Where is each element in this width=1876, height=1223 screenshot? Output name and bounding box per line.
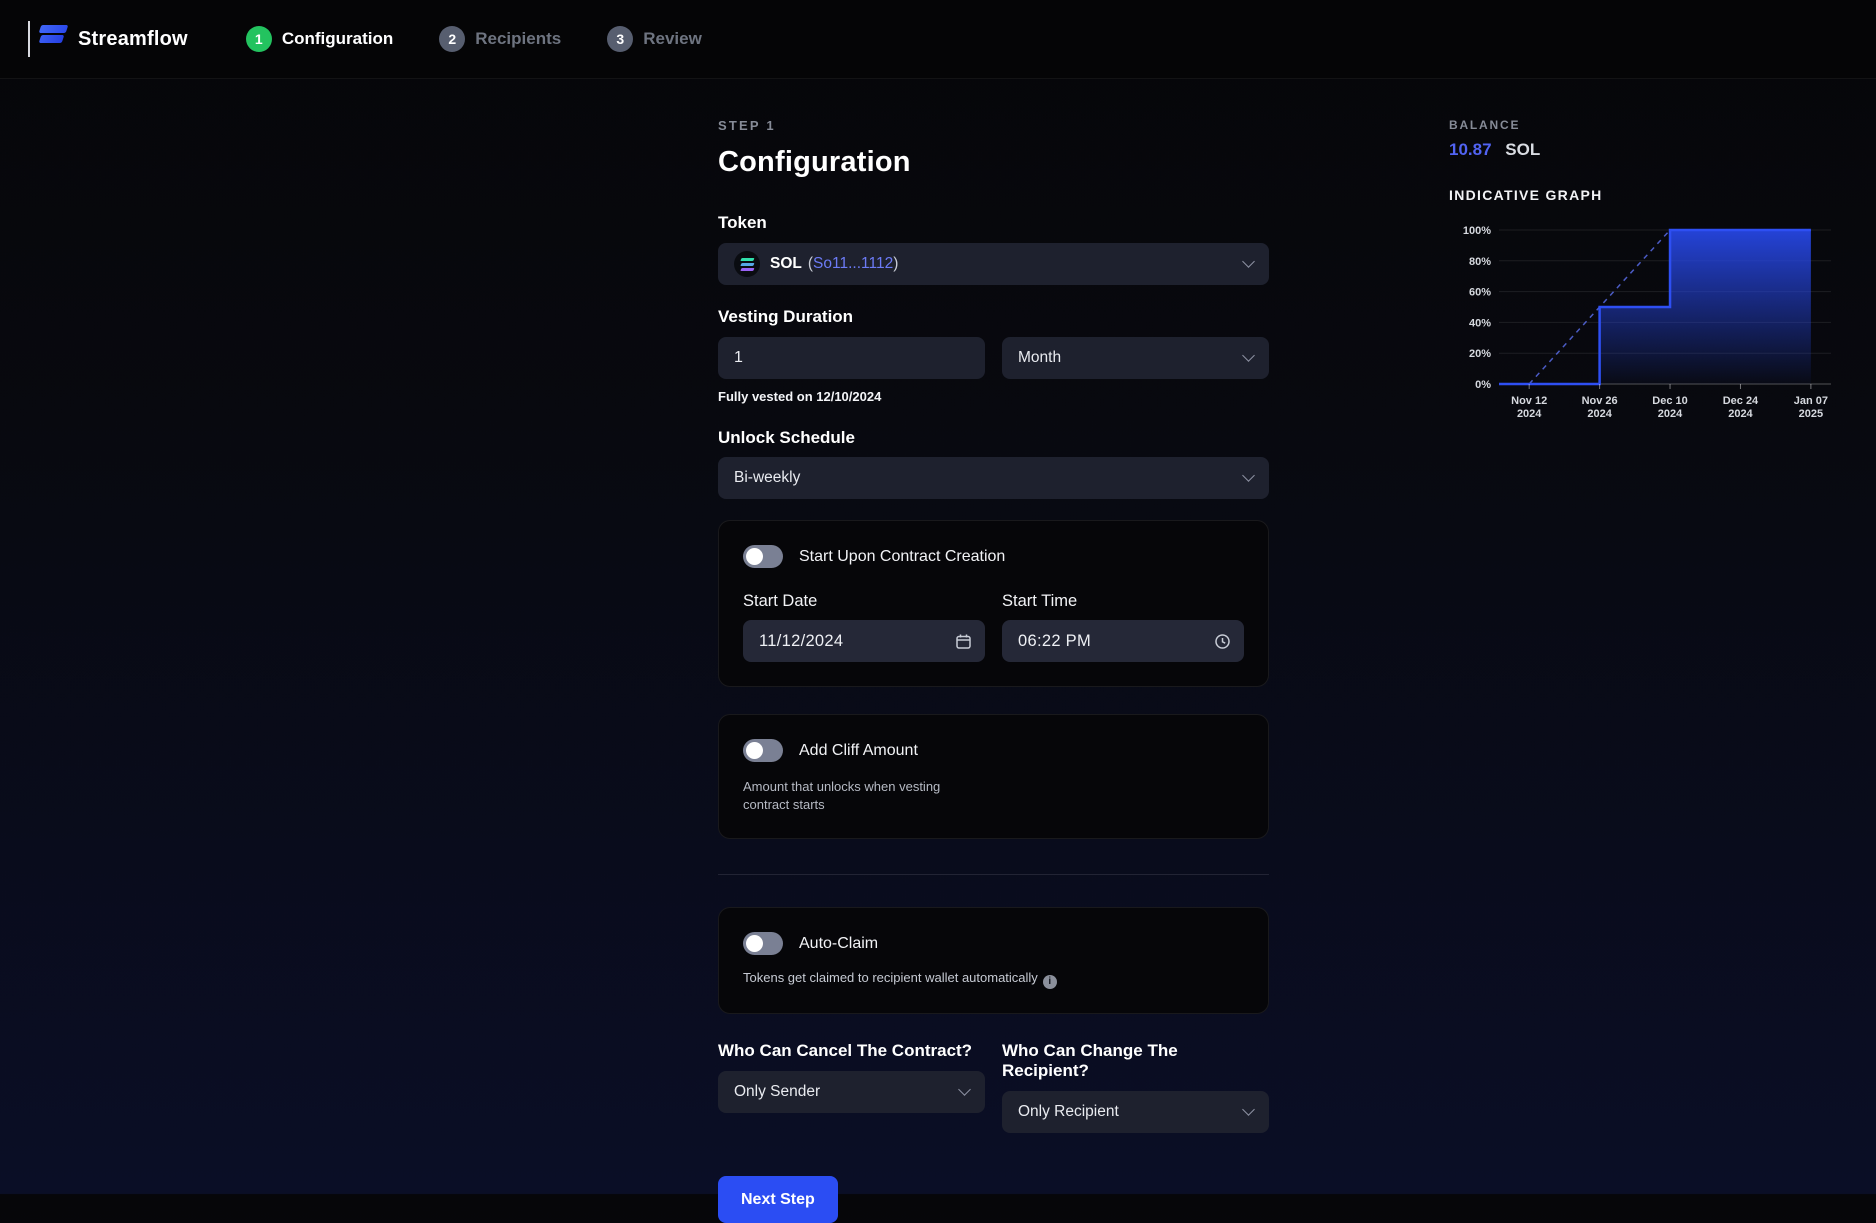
cancel-permission-value: Only Sender bbox=[734, 1083, 820, 1101]
unlock-schedule-label: Unlock Schedule bbox=[718, 428, 1269, 448]
svg-text:Jan 072025: Jan 072025 bbox=[1794, 395, 1828, 420]
step-3-badge: 3 bbox=[607, 26, 633, 52]
wizard-steps: 1 Configuration 2 Recipients 3 Review bbox=[246, 26, 702, 52]
chevron-down-icon bbox=[958, 1084, 971, 1097]
svg-text:Dec 102024: Dec 102024 bbox=[1652, 395, 1687, 420]
auto-claim-description: Tokens get claimed to recipient wallet a… bbox=[743, 969, 1244, 989]
svg-text:80%: 80% bbox=[1469, 256, 1491, 268]
unlock-schedule-value: Bi-weekly bbox=[734, 469, 800, 487]
brand-logo[interactable]: Streamflow bbox=[28, 21, 188, 57]
token-symbol: SOL bbox=[770, 255, 802, 273]
token-paren-close: ) bbox=[893, 255, 898, 273]
calendar-icon[interactable] bbox=[955, 633, 972, 650]
svg-text:60%: 60% bbox=[1469, 287, 1491, 299]
unlock-schedule-select[interactable]: Bi-weekly bbox=[718, 457, 1269, 499]
cancel-permission-label: Who Can Cancel The Contract? bbox=[718, 1041, 985, 1061]
clock-icon[interactable] bbox=[1214, 633, 1231, 650]
chevron-down-icon bbox=[1242, 1104, 1255, 1117]
token-select[interactable]: SOL ( So11...1112 ) bbox=[718, 243, 1269, 285]
svg-text:40%: 40% bbox=[1469, 317, 1491, 329]
step-2-badge: 2 bbox=[439, 26, 465, 52]
add-cliff-toggle[interactable] bbox=[743, 739, 783, 762]
step-1-badge: 1 bbox=[246, 26, 272, 52]
nav-step-recipients[interactable]: 2 Recipients bbox=[439, 26, 561, 52]
vesting-unit-select[interactable]: Month bbox=[1002, 337, 1269, 379]
streamflow-flag-icon bbox=[38, 24, 70, 54]
indicative-graph-label: INDICATIVE GRAPH bbox=[1449, 187, 1861, 203]
balance-unit: SOL bbox=[1505, 140, 1540, 159]
start-date-input[interactable]: 11/12/2024 bbox=[743, 620, 985, 662]
cliff-description: Amount that unlocks when vesting contrac… bbox=[743, 778, 968, 814]
page-title: Configuration bbox=[718, 146, 1269, 179]
chevron-down-icon bbox=[1242, 349, 1255, 362]
fully-vested-note: Fully vested on 12/10/2024 bbox=[718, 389, 1269, 404]
start-upon-creation-toggle[interactable] bbox=[743, 545, 783, 568]
nav-step-configuration[interactable]: 1 Configuration bbox=[246, 26, 393, 52]
cliff-amount-card: Add Cliff Amount Amount that unlocks whe… bbox=[718, 714, 1269, 839]
recipient-permission-value: Only Recipient bbox=[1018, 1103, 1119, 1121]
svg-text:Nov 122024: Nov 122024 bbox=[1511, 395, 1547, 420]
recipient-permission-label: Who Can Change The Recipient? bbox=[1002, 1041, 1269, 1081]
auto-claim-toggle[interactable] bbox=[743, 932, 783, 955]
vesting-unit-value: Month bbox=[1018, 349, 1061, 367]
start-time-value: 06:22 PM bbox=[1018, 632, 1091, 651]
step-2-label: Recipients bbox=[475, 29, 561, 49]
section-divider bbox=[718, 874, 1269, 875]
auto-claim-card: Auto-Claim Tokens get claimed to recipie… bbox=[718, 907, 1269, 1014]
start-upon-creation-label: Start Upon Contract Creation bbox=[799, 548, 1005, 566]
token-address: So11...1112 bbox=[813, 255, 893, 273]
top-nav: Streamflow 1 Configuration 2 Recipients … bbox=[0, 0, 1876, 79]
nav-step-review[interactable]: 3 Review bbox=[607, 26, 702, 52]
step-1-label: Configuration bbox=[282, 29, 393, 49]
start-date-label: Start Date bbox=[743, 592, 985, 611]
summary-sidebar: BALANCE 10.87 SOL INDICATIVE GRAPH 0% 20%… bbox=[1449, 118, 1861, 436]
solana-token-icon bbox=[734, 251, 760, 277]
vesting-duration-label: Vesting Duration bbox=[718, 307, 1269, 327]
svg-text:100%: 100% bbox=[1463, 225, 1491, 237]
balance-row: 10.87 SOL bbox=[1449, 140, 1861, 160]
vesting-duration-input[interactable] bbox=[718, 337, 985, 379]
svg-text:0%: 0% bbox=[1475, 379, 1491, 391]
chevron-down-icon bbox=[1242, 255, 1255, 268]
svg-text:Dec 242024: Dec 242024 bbox=[1723, 395, 1759, 420]
start-time-input[interactable]: 06:22 PM bbox=[1002, 620, 1244, 662]
start-date-value: 11/12/2024 bbox=[759, 632, 843, 651]
start-time-label: Start Time bbox=[1002, 592, 1244, 611]
info-icon[interactable]: i bbox=[1043, 975, 1057, 989]
svg-text:20%: 20% bbox=[1469, 348, 1491, 360]
balance-label: BALANCE bbox=[1449, 118, 1861, 132]
auto-claim-label: Auto-Claim bbox=[799, 935, 878, 953]
chevron-down-icon bbox=[1242, 469, 1255, 482]
auto-claim-description-text: Tokens get claimed to recipient wallet a… bbox=[743, 970, 1038, 985]
token-label: Token bbox=[718, 213, 1269, 233]
indicative-graph-svg: 0% 20% 40% 60% 80% 100% Nov 122024 Nov 262024 De… bbox=[1449, 216, 1849, 431]
start-settings-card: Start Upon Contract Creation Start Date … bbox=[718, 520, 1269, 687]
configuration-form: STEP 1 Configuration Token SOL ( So11...… bbox=[718, 118, 1269, 1223]
cancel-permission-select[interactable]: Only Sender bbox=[718, 1071, 985, 1113]
step-3-label: Review bbox=[643, 29, 702, 49]
recipient-permission-select[interactable]: Only Recipient bbox=[1002, 1091, 1269, 1133]
indicative-graph: 0% 20% 40% 60% 80% 100% Nov 122024 Nov 262024 De… bbox=[1449, 216, 1861, 436]
balance-value: 10.87 bbox=[1449, 140, 1492, 159]
step-eyebrow: STEP 1 bbox=[718, 118, 1269, 133]
brand-name: Streamflow bbox=[78, 28, 188, 51]
add-cliff-label: Add Cliff Amount bbox=[799, 742, 918, 760]
flagpole-icon bbox=[28, 21, 30, 57]
next-step-button[interactable]: Next Step bbox=[718, 1176, 838, 1223]
svg-text:Nov 262024: Nov 262024 bbox=[1582, 395, 1618, 420]
